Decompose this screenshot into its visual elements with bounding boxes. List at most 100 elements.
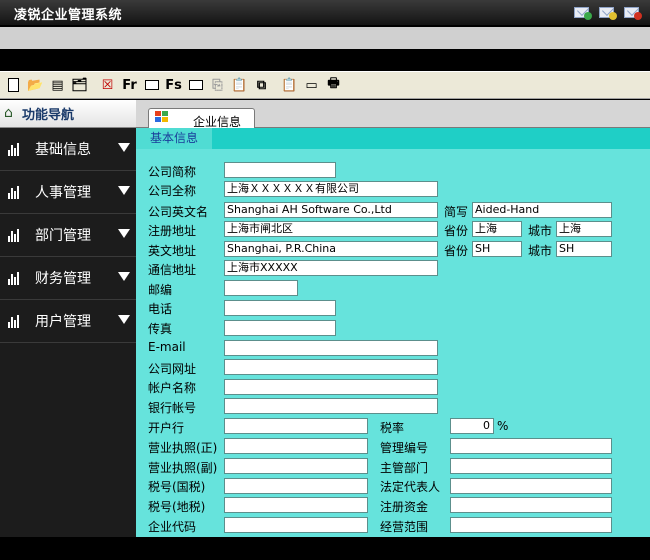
window-controls [574, 5, 642, 20]
city-label: 城市 [528, 224, 553, 238]
company-en-input[interactable]: Shanghai AH Software Co.,Ltd [224, 202, 438, 218]
delete-icon[interactable]: ☒ [97, 75, 118, 96]
legal-rep-input[interactable] [450, 478, 612, 494]
sidebar-item-basic-info[interactable]: 基础信息 [0, 128, 136, 171]
toolbar: 📂 ▤ 🗂 ☒ Fr Fs ⎘ 📋 ⧉ 📋 ▭ 🖶 [0, 71, 650, 99]
print-icon[interactable]: 🖶 [323, 75, 344, 96]
sidebar-item-label: 用户管理 [35, 314, 91, 330]
paste-icon[interactable]: 📋 [229, 75, 250, 96]
company-full-input[interactable]: 上海ＸＸＸＸＸＸ有限公司 [224, 181, 438, 197]
title-bar: 凌锐企业管理系统 [0, 0, 650, 26]
mail-minimize-icon[interactable] [599, 5, 617, 20]
frame-icon[interactable] [141, 75, 162, 96]
province-en-label: 省份 [444, 244, 469, 258]
home-icon: ⌂ [4, 105, 13, 121]
province-label: 省份 [444, 224, 469, 238]
bar-chart-icon [8, 185, 24, 199]
company-info-form: 基本信息 公司简称 公司全称 上海ＸＸＸＸＸＸ有限公司 公司英文名 Shangh… [136, 128, 650, 537]
account-name-label: 帐户名称 [148, 381, 197, 395]
postcode-input[interactable] [224, 280, 298, 296]
tab-company-info[interactable]: 企业信息 [148, 108, 255, 129]
fr-icon[interactable]: Fr [119, 75, 140, 96]
fax-input[interactable] [224, 320, 336, 336]
sidebar-item-department[interactable]: 部门管理 [0, 214, 136, 257]
bar-chart-icon [8, 271, 24, 285]
fs-icon[interactable]: Fs [163, 75, 184, 96]
mail-addr-label: 通信地址 [148, 263, 197, 277]
bar-chart-icon [8, 314, 24, 328]
company-short-input[interactable] [224, 162, 336, 178]
sidebar-item-finance[interactable]: 财务管理 [0, 257, 136, 300]
city-en-label: 城市 [528, 244, 553, 258]
mail-close-icon[interactable] [624, 5, 642, 20]
business-scope-label: 经营范围 [380, 520, 429, 534]
header-band [0, 49, 650, 71]
mgmt-no-input[interactable] [450, 438, 612, 454]
fax-label: 传真 [148, 322, 173, 336]
company-short-label: 公司简称 [148, 165, 197, 179]
tax-national-label: 税号(国税) [148, 480, 206, 494]
tax-local-input[interactable] [224, 497, 368, 513]
abbr-input[interactable]: Aided-Hand [472, 202, 612, 218]
license-main-input[interactable] [224, 438, 368, 454]
sidebar-item-label: 基础信息 [35, 142, 91, 158]
subtab-basic-info[interactable]: 基本信息 [136, 128, 212, 149]
org-code-input[interactable] [224, 517, 368, 533]
email-label: E-mail [148, 340, 186, 354]
email-input[interactable] [224, 340, 438, 356]
export-icon[interactable]: 🗂 [69, 75, 90, 96]
mail-addr-input[interactable]: 上海市XXXXX [224, 260, 438, 276]
bank-account-label: 银行帐号 [148, 401, 197, 415]
en-addr-label: 英文地址 [148, 244, 197, 258]
reg-capital-input[interactable] [450, 497, 612, 513]
account-name-input[interactable] [224, 379, 438, 395]
tax-rate-input[interactable]: 0 [450, 418, 494, 434]
abbr-label: 简写 [444, 205, 469, 219]
reg-addr-label: 注册地址 [148, 224, 197, 238]
province-input[interactable]: 上海 [472, 221, 522, 237]
business-scope-input[interactable] [450, 517, 612, 533]
menu-bar [0, 27, 650, 49]
mail-add-icon[interactable] [574, 5, 592, 20]
sidebar-item-users[interactable]: 用户管理 [0, 300, 136, 343]
percent-unit: % [497, 419, 509, 433]
tax-national-input[interactable] [224, 478, 368, 494]
field-icon[interactable] [185, 75, 206, 96]
document-list-icon[interactable]: ▤ [47, 75, 68, 96]
city-en-input[interactable]: SH [556, 241, 612, 257]
org-code-label: 企业代码 [148, 520, 197, 534]
website-input[interactable] [224, 359, 438, 375]
copy-disabled-icon[interactable]: ⎘ [207, 75, 228, 96]
license-copy-input[interactable] [224, 458, 368, 474]
subtab-bar: 基本信息 [136, 128, 650, 149]
city-input[interactable]: 上海 [556, 221, 612, 237]
website-label: 公司网址 [148, 362, 197, 376]
status-bar [0, 537, 650, 560]
en-addr-input[interactable]: Shanghai, P.R.China [224, 241, 438, 257]
open-folder-icon[interactable]: 📂 [25, 75, 46, 96]
postcode-label: 邮编 [148, 283, 173, 297]
bank-label: 开户行 [148, 421, 185, 435]
bank-input[interactable] [224, 418, 368, 434]
reg-addr-input[interactable]: 上海市闸北区 [224, 221, 438, 237]
province-en-input[interactable]: SH [472, 241, 522, 257]
navigation-sidebar: ⌂ 功能导航 基础信息 人事管理 部门管理 财务管理 用户管理 [0, 100, 136, 537]
dept-in-charge-input[interactable] [450, 458, 612, 474]
new-icon[interactable] [3, 75, 24, 96]
tax-rate-label: 税率 [380, 421, 405, 435]
phone-input[interactable] [224, 300, 336, 316]
license-main-label: 营业执照(正) [148, 441, 218, 455]
card-icon[interactable]: ▭ [301, 75, 322, 96]
chevron-down-icon [118, 315, 130, 324]
chevron-down-icon [118, 272, 130, 281]
nav-header-label: 功能导航 [22, 108, 75, 123]
sidebar-item-hr[interactable]: 人事管理 [0, 171, 136, 214]
sidebar-item-label: 人事管理 [35, 185, 91, 201]
phone-label: 电话 [148, 302, 173, 316]
bank-account-input[interactable] [224, 398, 438, 414]
chevron-down-icon [118, 143, 130, 152]
app-title: 凌锐企业管理系统 [14, 8, 123, 23]
bar-chart-icon [8, 142, 24, 156]
duplicate-icon[interactable]: ⧉ [251, 75, 272, 96]
clipboard-icon[interactable]: 📋 [279, 75, 300, 96]
